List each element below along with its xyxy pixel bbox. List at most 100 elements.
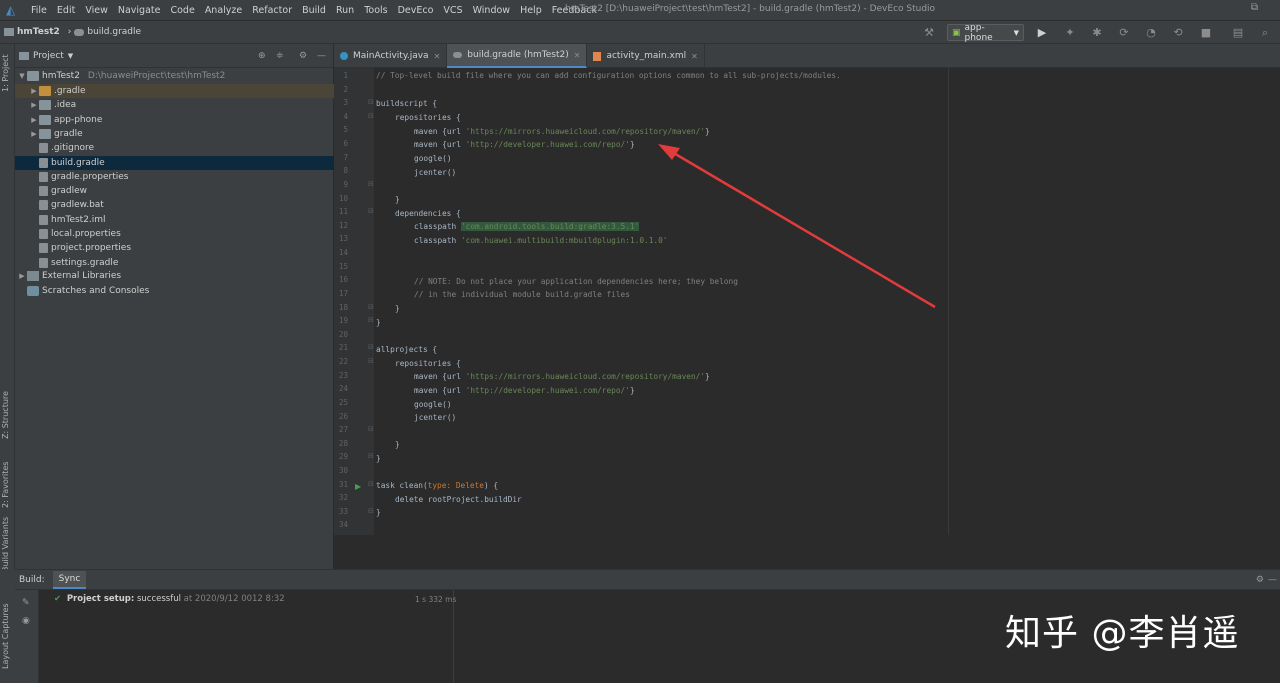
attach-icon[interactable]: ⟳ [1117,26,1131,40]
tree-item[interactable]: ▶ .idea [15,98,334,112]
expand-arrow-icon[interactable]: ▶ [29,101,39,109]
collapse-icon[interactable]: ≑ [276,51,284,61]
locate-icon[interactable]: ⊕ [258,51,266,61]
gear-icon[interactable]: ⚙ [1256,575,1264,585]
breadcrumb-project[interactable]: hmTest2 [0,27,64,37]
tree-item[interactable]: gradlew [15,184,334,198]
fold-marker-icon[interactable]: ⊟ [368,507,374,515]
fold-marker-icon[interactable]: ⊟ [368,98,374,106]
menu-vcs[interactable]: VCS [438,5,467,16]
expand-arrow-icon[interactable]: ▶ [29,130,39,138]
code-line-25: google() [414,400,452,409]
menu-edit[interactable]: Edit [52,5,80,16]
menu-window[interactable]: Window [468,5,515,16]
close-icon[interactable]: ✕ [434,52,441,61]
code-line-28: } [395,440,400,449]
gear-icon[interactable]: ⚙ [299,51,307,61]
chevron-down-icon[interactable]: ▼ [68,52,73,60]
breadcrumb-file[interactable]: › build.gradle [64,27,145,37]
tree-root[interactable]: ▼ hmTest2 D:\huaweiProject\test\hmTest2 [15,69,334,83]
window-controls[interactable]: ⧉ [1251,2,1272,13]
tab-sync[interactable]: Sync [52,570,87,589]
close-icon[interactable]: ✕ [574,51,581,60]
fold-marker-icon[interactable]: ⊟ [368,112,374,120]
menu-tools[interactable]: Tools [359,5,392,16]
run-gutter-icon[interactable]: ▶ [355,482,361,491]
minimize-icon[interactable]: — [1268,575,1277,585]
build-label: Build: [19,574,45,585]
menu-refactor[interactable]: Refactor [247,5,297,16]
fold-marker-icon[interactable]: ⊟ [368,180,374,188]
tree-item-label: gradlew [51,186,88,197]
structure-tool-tab[interactable]: Z: Structure [1,389,14,439]
eye-icon[interactable]: ◉ [22,616,30,626]
expand-arrow-icon[interactable]: ▶ [17,272,27,280]
fold-marker-icon[interactable]: ⊟ [368,316,374,324]
run-icon[interactable]: ▶ [1035,26,1049,40]
build-variants-tool-tab[interactable]: Build Variants [1,517,14,572]
menu-code[interactable]: Code [165,5,199,16]
tree-external-libraries[interactable]: ▶ External Libraries [15,269,334,283]
project-tool-tab[interactable]: 1: Project [1,50,14,92]
fold-marker-icon[interactable]: ⊟ [368,207,374,215]
tree-item[interactable]: ▶ .gradle [15,84,334,98]
menu-help[interactable]: Help [515,5,547,16]
layout-captures-tool-tab[interactable]: Layout Captures [1,599,14,669]
code-line-6: maven {url 'http://developer.huawei.com/… [414,140,635,149]
fold-marker-icon[interactable]: ⊟ [368,425,374,433]
favorites-tool-tab[interactable]: 2: Favorites [1,454,14,508]
project-structure-icon[interactable]: ▤ [1231,26,1245,40]
fold-marker-icon[interactable]: ⊟ [368,303,374,311]
menu-build[interactable]: Build [297,5,331,16]
build-status-row[interactable]: ✔ Project setup: successful at 2020/9/12… [54,594,285,604]
code-line-7: google() [414,154,452,163]
code-line-21: allprojects { [376,345,438,354]
code-line-22: repositories { [395,359,461,368]
line-number: 34 [338,520,348,530]
tree-item[interactable]: settings.gradle [15,256,334,270]
tab-activity-main[interactable]: activity_main.xml ✕ [587,44,705,68]
run-configuration-select[interactable]: ▣ app-phone ▼ [947,23,1024,43]
tree-item[interactable]: local.properties [15,227,334,241]
tab-mainactivity[interactable]: MainActivity.java ✕ [334,44,448,68]
fold-marker-icon[interactable]: ⊟ [368,357,374,365]
expand-arrow-icon[interactable]: ▶ [29,116,39,124]
coverage-icon[interactable]: ⟲ [1171,26,1185,40]
fold-marker-icon[interactable]: ⊟ [368,452,374,460]
tree-item[interactable]: ▶ app-phone [15,113,334,127]
tab-build-gradle[interactable]: build.gradle (hmTest2) ✕ [447,44,588,68]
fold-marker-icon[interactable]: ⊟ [368,343,374,351]
expand-arrow-icon[interactable]: ▼ [17,72,27,80]
code-line-18: } [395,304,400,313]
menu-navigate[interactable]: Navigate [113,5,166,16]
bug-icon[interactable]: ✱ [1090,26,1104,40]
project-view-select[interactable]: Project [33,51,64,61]
scratches-icon [27,286,39,296]
menu-file[interactable]: File [26,5,52,16]
debug-icon[interactable]: ✦ [1063,26,1077,40]
tree-item[interactable]: build.gradle [15,155,334,170]
tree-item[interactable]: .gitignore [15,141,334,155]
close-icon[interactable]: ✕ [691,52,698,61]
project-panel: Project ▼ ⊕ ≑ ⚙ — ▼ hmTest2 D:\huaweiPro… [15,44,334,569]
pin-icon[interactable]: ✎ [22,598,30,608]
tree-item[interactable]: gradlew.bat [15,198,334,212]
hammer-icon[interactable]: ⚒ [922,26,936,40]
tree-item[interactable]: hmTest2.iml [15,213,334,227]
tree-item[interactable]: project.properties [15,241,334,255]
menu-analyze[interactable]: Analyze [200,5,247,16]
menu-run[interactable]: Run [331,5,359,16]
profile-icon[interactable]: ◔ [1144,26,1158,40]
fold-marker-icon[interactable]: ⊟ [368,480,374,488]
file-icon [39,257,48,268]
search-everywhere-icon[interactable]: ⌕ [1258,26,1272,40]
tree-item[interactable]: gradle.properties [15,170,334,184]
minimize-icon[interactable]: — [317,51,326,61]
expand-arrow-icon[interactable]: ▶ [29,87,39,95]
line-number: 18 [338,302,348,312]
tree-item[interactable]: ▶ gradle [15,127,334,141]
tree-scratches[interactable]: Scratches and Consoles [15,284,334,298]
stop-icon[interactable]: ■ [1199,26,1213,40]
menu-view[interactable]: View [80,5,113,16]
menu-deveco[interactable]: DevEco [393,5,439,16]
